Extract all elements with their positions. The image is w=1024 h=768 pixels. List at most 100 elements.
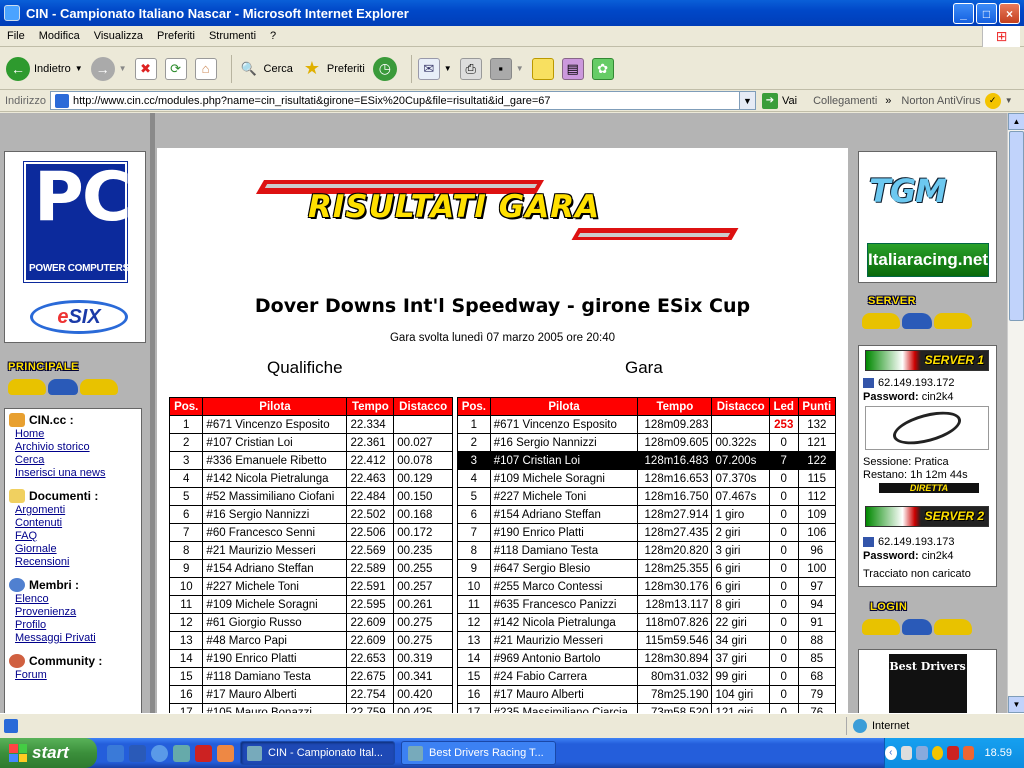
- window-title: CIN - Campionato Italiano Nascar - Micro…: [26, 5, 409, 21]
- scroll-up-icon[interactable]: ▲: [1008, 113, 1024, 130]
- gap-cell: 1 giro: [711, 505, 770, 524]
- stop-icon[interactable]: ✖: [134, 57, 157, 80]
- vertical-scrollbar[interactable]: ▲ ▼: [1007, 113, 1024, 713]
- outlook-quicklaunch-icon[interactable]: [129, 744, 146, 762]
- driver-cell: #60 Francesco Senni: [202, 523, 348, 542]
- refresh-icon[interactable]: ⟳: [164, 57, 187, 80]
- led-cell: 0: [768, 685, 799, 704]
- server1-password: Password: cin2k4: [863, 391, 954, 404]
- tray-network-icon[interactable]: [900, 746, 913, 760]
- table-row: 11 #635 Francesco Panizzi 128m13.117 8 giri…: [457, 595, 837, 614]
- principale-label[interactable]: PRINCIPALE: [8, 361, 79, 373]
- ie-quicklaunch-icon[interactable]: [107, 744, 124, 762]
- mail-icon[interactable]: ✉: [417, 57, 440, 80]
- nav-link-giornale[interactable]: Giornale: [9, 543, 137, 556]
- address-input[interactable]: http://www.cin.cc/modules.php?name=cin_r…: [49, 91, 740, 110]
- print-icon[interactable]: ⎙: [459, 57, 482, 80]
- nav-link-argomenti[interactable]: Argomenti: [9, 504, 137, 517]
- back-button[interactable]: ← Indietro ▼: [6, 56, 83, 81]
- nav-link-contenuti[interactable]: Contenuti: [9, 517, 137, 530]
- taskbar-item-best-drivers[interactable]: Best Drivers Racing T...: [401, 741, 556, 765]
- menu-modifica[interactable]: Modifica: [32, 30, 87, 42]
- go-button[interactable]: ➔ Vai: [761, 92, 797, 109]
- edit-icon[interactable]: ▪: [489, 57, 512, 80]
- principale-cars[interactable]: [8, 373, 118, 397]
- gap-cell: 00.150: [393, 487, 453, 506]
- driver-cell: #52 Massimiliano Ciofani: [202, 487, 348, 506]
- power-computers-banner[interactable]: PC POWER COMPUTERS e SIX: [4, 151, 146, 343]
- chevron-icon[interactable]: »: [885, 95, 891, 107]
- gap-cell: 00.420: [393, 685, 453, 704]
- driver-cell: #17 Mauro Alberti: [202, 685, 348, 704]
- position-cell: 4: [457, 469, 491, 488]
- menu-help[interactable]: ?: [263, 30, 283, 42]
- driver-cell: #109 Michele Soragni: [489, 469, 639, 488]
- menu-visualizza[interactable]: Visualizza: [87, 30, 150, 42]
- nav-link-messaggi[interactable]: Messaggi Privati: [9, 632, 137, 645]
- icq-icon[interactable]: ✿: [591, 57, 614, 80]
- table-row: 6 #154 Adriano Steffan 128m27.914 1 giro 0 10…: [457, 505, 837, 524]
- tgm-banner[interactable]: TGM Italiaracing.net: [858, 151, 997, 283]
- back-dropdown-icon[interactable]: ▼: [75, 64, 83, 73]
- history-icon[interactable]: ◷: [372, 56, 397, 81]
- nav-link-cerca[interactable]: Cerca: [9, 454, 137, 467]
- nav-link-profilo[interactable]: Profilo: [9, 619, 137, 632]
- nav-link-inserisci[interactable]: Inserisci una news: [9, 467, 137, 480]
- tray-norton-icon[interactable]: [931, 746, 944, 760]
- desktop-icon[interactable]: [173, 744, 190, 762]
- position-cell: 13: [168, 631, 204, 650]
- column-divider: [150, 113, 155, 713]
- nav-link-archivio[interactable]: Archivio storico: [9, 441, 137, 454]
- esix-logo: e SIX: [30, 300, 128, 334]
- time-cell: 128m27.435: [637, 523, 713, 542]
- table-row: 17 #105 Mauro Bonazzi 22.759 00.425: [168, 703, 453, 713]
- tray-app-icon[interactable]: [962, 746, 975, 760]
- forward-dropdown-icon[interactable]: ▼: [119, 64, 127, 73]
- notes-icon[interactable]: [531, 57, 554, 80]
- menu-strumenti[interactable]: Strumenti: [202, 30, 263, 42]
- driver-cell: #24 Fabio Carrera: [489, 667, 639, 686]
- time-cell: 22.675: [346, 667, 395, 686]
- maximize-button[interactable]: □: [976, 3, 997, 24]
- back-label: Indietro: [34, 62, 71, 75]
- nav-link-forum[interactable]: Forum: [9, 669, 137, 682]
- community-icon: [9, 654, 25, 668]
- tray-winamp-icon[interactable]: [947, 746, 959, 760]
- menu-preferiti[interactable]: Preferiti: [150, 30, 202, 42]
- minimize-button[interactable]: _: [953, 3, 974, 24]
- best-drivers-banner[interactable]: Best Drivers: [858, 649, 997, 713]
- close-button[interactable]: ×: [999, 3, 1020, 24]
- search-button[interactable]: 🔍 Cerca: [238, 58, 292, 80]
- time-cell: 78m25.190: [637, 685, 713, 704]
- table-row: 12 #142 Nicola Pietralunga 118m07.826 22 gi…: [457, 613, 837, 632]
- tray-chevron-icon[interactable]: ‹: [885, 746, 897, 760]
- nav-link-provenienza[interactable]: Provenienza: [9, 606, 137, 619]
- links-button[interactable]: Collegamenti: [813, 95, 877, 107]
- login-cars[interactable]: [862, 613, 972, 637]
- nav-link-faq[interactable]: FAQ: [9, 530, 137, 543]
- diretta-button[interactable]: DIRETTA: [879, 483, 979, 493]
- scroll-thumb[interactable]: [1009, 131, 1024, 321]
- app-icon[interactable]: [195, 744, 212, 762]
- start-button[interactable]: start: [0, 738, 97, 768]
- menu-file[interactable]: File: [0, 30, 32, 42]
- page-viewport: PC POWER COMPUTERS e SIX PRINCIPALE CIN.c…: [0, 113, 1007, 713]
- taskbar-item-cin[interactable]: CIN - Campionato Ital...: [240, 741, 395, 765]
- norton-button[interactable]: Norton AntiVirus ✓ ▼: [901, 92, 1013, 109]
- address-dropdown-icon[interactable]: ▼: [739, 91, 756, 110]
- home-icon[interactable]: ⌂: [194, 57, 217, 80]
- tray-monitor-icon[interactable]: [916, 746, 928, 760]
- nav-link-recensioni[interactable]: Recensioni: [9, 556, 137, 569]
- app2-icon[interactable]: [217, 744, 234, 762]
- login-label[interactable]: LOGIN: [870, 601, 907, 613]
- nav-link-home[interactable]: Home: [9, 428, 137, 441]
- nav-link-elenco[interactable]: Elenco: [9, 593, 137, 606]
- position-cell: 2: [168, 433, 204, 452]
- scroll-down-icon[interactable]: ▼: [1008, 696, 1024, 713]
- table-row: 11 #109 Michele Soragni 22.595 00.261: [168, 595, 453, 614]
- forward-button[interactable]: → ▼: [90, 56, 127, 81]
- research-icon[interactable]: ▤: [561, 57, 584, 80]
- page-title: Dover Downs Int'l Speedway - girone ESix…: [254, 295, 751, 317]
- favorites-button[interactable]: ★ Preferiti: [301, 58, 365, 80]
- media-player-icon[interactable]: [151, 744, 168, 762]
